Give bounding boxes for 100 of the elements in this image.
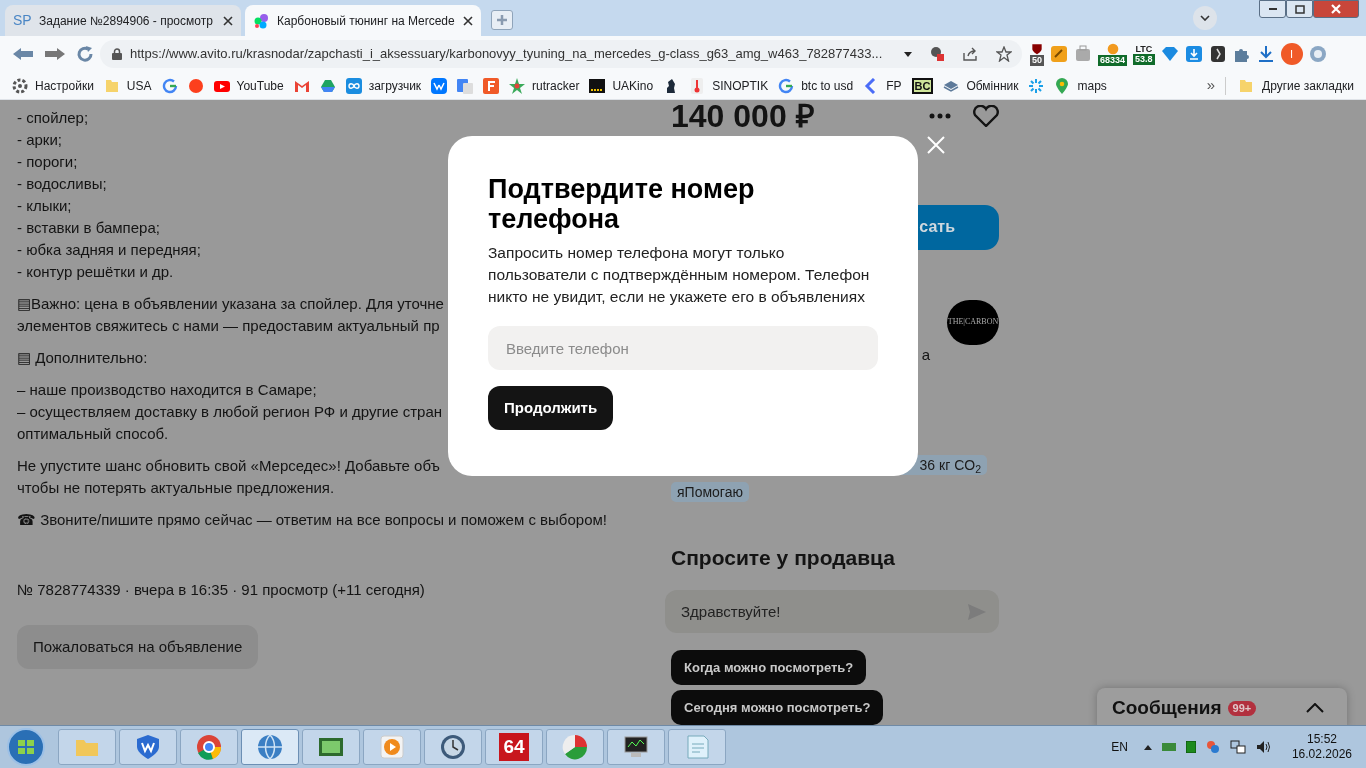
folder-icon bbox=[1238, 77, 1255, 94]
diamond-icon[interactable] bbox=[1160, 45, 1179, 63]
description-text: - клыки; bbox=[17, 196, 72, 216]
spark-icon[interactable] bbox=[1028, 77, 1045, 94]
forward-icon[interactable] bbox=[44, 47, 66, 61]
plus-icon bbox=[496, 14, 508, 26]
dots-icon bbox=[253, 12, 269, 29]
minimize-icon bbox=[1268, 8, 1277, 10]
shield-icon[interactable] bbox=[1031, 42, 1043, 55]
dialog-text: Запросить номер телефона могут только пользователи с подтверждённым номером. Телефон никто не увидит, если не укажете его в объявлениях bbox=[488, 243, 871, 307]
f-icon[interactable] bbox=[483, 77, 500, 94]
bookmark-label[interactable]: FP bbox=[886, 76, 902, 95]
browser-tab[interactable]: Карбоновый тюнинг на Mercede bbox=[245, 5, 481, 36]
phone-field[interactable]: Введите телефон bbox=[488, 326, 878, 370]
url-text: https://www.avito.ru/krasnodar/zapchasti_i_aksessuary/karbonovyy_tyuning_na_mercedes_g-class_g63_amg_w463_782877433... bbox=[130, 45, 884, 64]
tray-app-icon[interactable] bbox=[1185, 741, 1196, 753]
tab-title: Карбоновый тюнинг на Mercede bbox=[277, 12, 455, 30]
chevron-up-icon[interactable] bbox=[1306, 703, 1324, 713]
globe-icon[interactable] bbox=[1308, 45, 1327, 63]
close-window-icon bbox=[1331, 4, 1341, 14]
seller-text: а bbox=[921, 346, 930, 364]
bag-icon[interactable] bbox=[1074, 45, 1092, 63]
description-text: - водосливы; bbox=[17, 174, 107, 194]
bookmark-label[interactable]: YouTube bbox=[236, 76, 284, 95]
volume-icon[interactable] bbox=[1255, 740, 1272, 754]
location-blocked-icon[interactable] bbox=[930, 46, 944, 62]
chrome-icon bbox=[194, 732, 224, 762]
bookmark-label[interactable]: USA bbox=[126, 76, 152, 95]
description-text: оптимальный способ. bbox=[17, 424, 169, 444]
more-icon[interactable] bbox=[929, 113, 951, 119]
taskbar-app[interactable] bbox=[424, 729, 482, 765]
share-icon[interactable] bbox=[962, 47, 978, 61]
dropdown-icon[interactable] bbox=[904, 51, 912, 57]
close-icon[interactable] bbox=[463, 15, 473, 26]
maximize-button[interactable] bbox=[1286, 0, 1313, 18]
bookmark-label[interactable]: Настройки bbox=[35, 76, 94, 95]
ticker-label: LTC bbox=[1135, 43, 1153, 54]
bookmark-label[interactable]: загрузчик bbox=[368, 76, 422, 95]
description-text: элементов свяжитесь с нами — предоставим актуальный пр bbox=[17, 316, 440, 336]
clock[interactable]: 15:52 16.02.2026 bbox=[1291, 732, 1352, 762]
star-icon[interactable] bbox=[996, 46, 1012, 62]
bookmark-label[interactable]: SINOPTIK bbox=[712, 76, 769, 95]
bookmark-logo[interactable]: BC bbox=[911, 77, 934, 94]
description-text: чтобы не потерять актуальные предложения. bbox=[17, 478, 335, 498]
browser-tab[interactable]: SP Задание №2894906 - просмотр bbox=[5, 5, 241, 36]
messages-panel[interactable]: Сообщения 99+ bbox=[1097, 688, 1347, 728]
pin-icon bbox=[1054, 77, 1071, 94]
bookmark-label[interactable]: rutracker bbox=[532, 76, 580, 95]
bookmark-label[interactable]: Обмінник bbox=[966, 76, 1019, 95]
description-text: - контур решётки и др. bbox=[17, 262, 174, 282]
description-text: - юбка задняя и передняя; bbox=[17, 240, 201, 260]
heart-icon[interactable] bbox=[973, 105, 999, 127]
tab-search-button[interactable] bbox=[1193, 6, 1217, 30]
language-indicator[interactable]: EN bbox=[1111, 738, 1128, 756]
lock-icon bbox=[112, 48, 122, 60]
taskbar-app[interactable]: 64 bbox=[485, 729, 543, 765]
quick-reply-button[interactable]: Сегодня можно посмотреть? bbox=[671, 690, 884, 725]
globe-icon bbox=[255, 732, 285, 762]
tab-favicon: SP bbox=[13, 11, 31, 30]
description-text: ▤Важно: цена в объявлении указана за спойлер. Для уточне bbox=[17, 294, 444, 314]
bookmark-label[interactable]: maps bbox=[1077, 76, 1107, 95]
save-icon[interactable] bbox=[1184, 45, 1203, 63]
bookmark-label[interactable]: UAKino bbox=[612, 76, 654, 95]
quick-reply-button[interactable]: Когда можно посмотреть? bbox=[671, 650, 867, 685]
star-icon bbox=[509, 77, 526, 94]
close-window-button[interactable] bbox=[1313, 0, 1359, 18]
back-icon[interactable] bbox=[12, 47, 34, 61]
clock-icon bbox=[438, 732, 468, 762]
reload-icon[interactable] bbox=[76, 45, 94, 63]
close-icon[interactable] bbox=[223, 15, 233, 26]
gear-icon bbox=[12, 77, 28, 94]
download-icon[interactable] bbox=[1256, 45, 1275, 63]
other-bookmarks[interactable]: Другие закладки bbox=[1262, 76, 1354, 95]
description-text: ☎ Звоните/пишите прямо сейчас — ответим на все вопросы и поможем с выбором! bbox=[17, 510, 607, 530]
film-icon bbox=[589, 77, 606, 94]
network-card-icon[interactable] bbox=[1161, 742, 1176, 752]
description-text: - спойлер; bbox=[17, 108, 89, 128]
address-bar[interactable]: https://www.avito.ru/krasnodar/zapchasti_i_aksessuary/karbonovyy_tyuning_na_mercedes_g-class_g63_amg_w463_782877433... bbox=[100, 40, 1022, 68]
report-button[interactable]: Пожаловаться на объявление bbox=[17, 625, 259, 669]
network-icon[interactable] bbox=[1229, 740, 1246, 754]
message-field[interactable]: Здравствуйте! bbox=[665, 590, 999, 633]
price: 140 000 ₽ bbox=[671, 98, 816, 134]
seller-logo[interactable]: THE|CARBON bbox=[947, 299, 999, 345]
description-text: Не упустите шанс обновить свой «Мерседес»! Добавьте объ bbox=[17, 456, 440, 476]
bookmarks-overflow-button[interactable]: » bbox=[1206, 74, 1216, 97]
chevron-down-icon bbox=[1200, 15, 1210, 21]
start-icon[interactable] bbox=[6, 727, 46, 767]
coin-icon[interactable] bbox=[1106, 42, 1119, 55]
minimize-button[interactable] bbox=[1259, 0, 1286, 18]
description-text: - арки; bbox=[17, 130, 62, 150]
show-hidden-icons-icon[interactable] bbox=[1143, 744, 1152, 750]
taskbar-app[interactable] bbox=[607, 729, 665, 765]
dialog-title: Подтвердите номер телефона bbox=[488, 174, 756, 234]
new-tab-button[interactable] bbox=[491, 10, 513, 30]
drive-icon[interactable] bbox=[319, 77, 336, 94]
app-logo: 64 bbox=[499, 733, 529, 761]
continue-button[interactable]: Продолжить bbox=[488, 386, 614, 430]
tag: яПомогаю bbox=[671, 482, 749, 502]
bookmark-label[interactable]: btc to usd bbox=[801, 76, 854, 95]
g-icon[interactable] bbox=[161, 77, 178, 94]
